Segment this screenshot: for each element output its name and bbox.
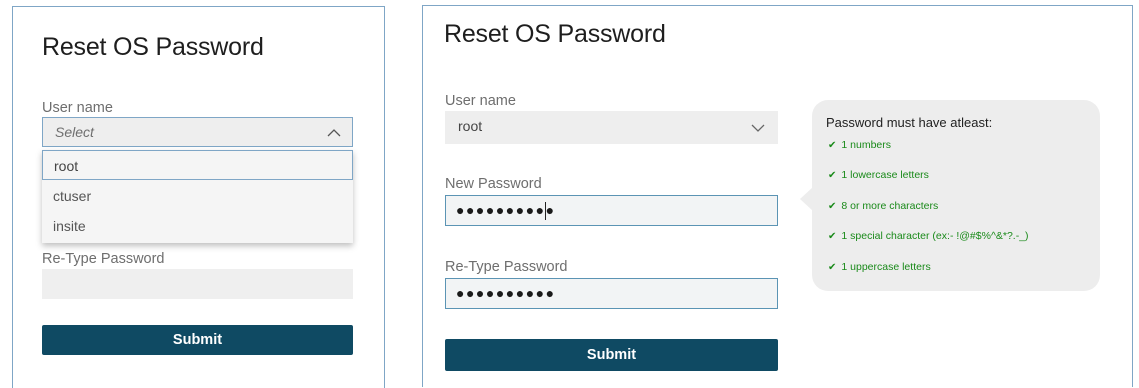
user-name-label: User name <box>42 100 113 116</box>
submit-button[interactable]: Submit <box>445 339 778 371</box>
rule-item: ✔ 1 numbers <box>828 139 891 151</box>
user-name-select[interactable]: root <box>445 111 778 144</box>
password-requirements-tooltip: Password must have atleast: ✔ 1 numbers ✔… <box>812 100 1100 291</box>
page-title: Reset OS Password <box>42 33 264 61</box>
retype-password-masked-value: ●●●●●●●●●● <box>456 285 556 301</box>
new-password-input[interactable]: ●●●●●●●●●● <box>445 195 778 226</box>
rule-item: ✔ 1 lowercase letters <box>828 169 929 181</box>
new-password-masked-value: ●●●●●●●●●● <box>456 202 556 218</box>
rule-text: 8 or more characters <box>841 200 939 212</box>
user-name-label: User name <box>445 93 516 109</box>
retype-password-input[interactable]: ●●●●●●●●●● <box>445 278 778 309</box>
submit-button[interactable]: Submit <box>42 325 353 355</box>
user-name-selected-value: root <box>458 118 483 134</box>
chevron-down-icon <box>751 124 765 132</box>
chevron-up-icon <box>327 129 341 137</box>
user-name-select[interactable]: Select <box>42 117 353 147</box>
rule-text: 1 uppercase letters <box>841 261 931 273</box>
dropdown-option-ctuser[interactable]: ctuser <box>42 181 353 211</box>
rule-text: 1 special character (ex:- !@#$%^&*?.-_) <box>841 230 1029 242</box>
select-placeholder: Select <box>55 124 94 140</box>
check-icon: ✔ <box>828 140 837 151</box>
retype-password-label: Re-Type Password <box>445 259 568 275</box>
dropdown-option-insite[interactable]: insite <box>42 211 353 241</box>
page-title: Reset OS Password <box>444 20 666 48</box>
rule-text: 1 lowercase letters <box>841 169 929 181</box>
rule-text: 1 numbers <box>841 139 891 151</box>
retype-password-label: Re-Type Password <box>42 251 165 267</box>
check-icon: ✔ <box>828 231 837 242</box>
tooltip-title: Password must have atleast: <box>826 115 993 130</box>
rule-item: ✔ 1 uppercase letters <box>828 261 931 273</box>
check-icon: ✔ <box>828 201 837 212</box>
new-password-label: New Password <box>445 176 542 192</box>
text-cursor <box>545 202 546 220</box>
retype-password-input[interactable] <box>42 269 353 299</box>
dropdown-option-root[interactable]: root <box>42 150 353 180</box>
rule-item: ✔ 8 or more characters <box>828 200 938 212</box>
user-name-dropdown-list: root ctuser insite <box>42 150 353 243</box>
rule-item: ✔ 1 special character (ex:- !@#$%^&*?.-_) <box>828 230 1029 242</box>
check-icon: ✔ <box>828 170 837 181</box>
check-icon: ✔ <box>828 262 837 273</box>
